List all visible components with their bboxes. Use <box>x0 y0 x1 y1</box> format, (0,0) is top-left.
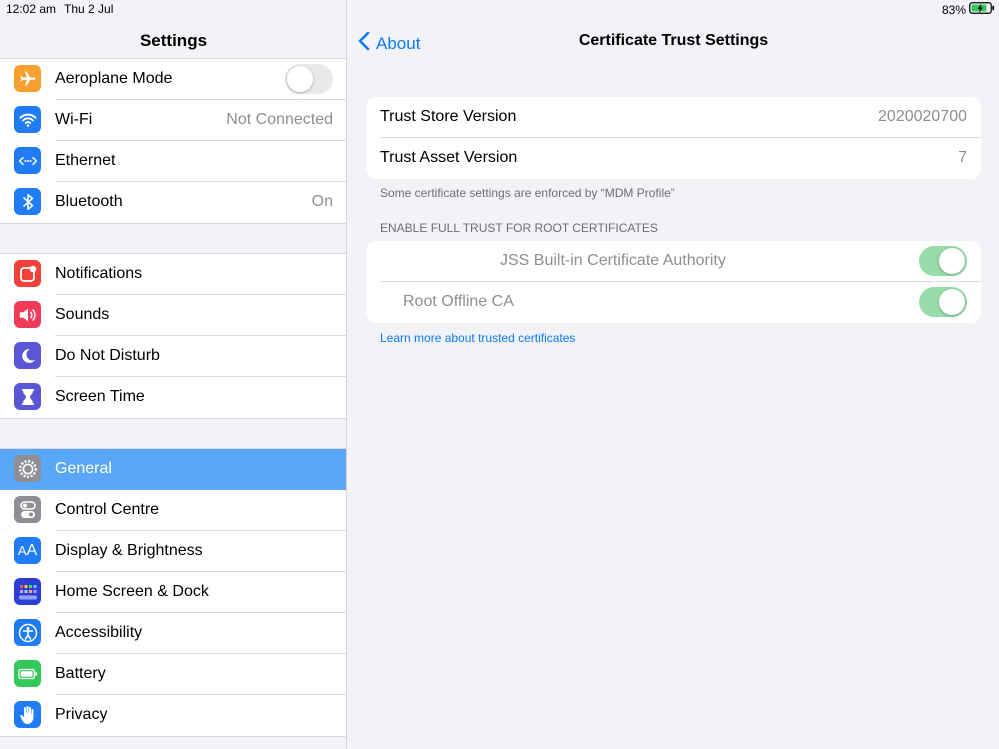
sidebar-item-control-centre[interactable]: Control Centre <box>0 490 346 531</box>
sidebar-item-label: Ethernet <box>55 152 116 169</box>
trust-version-card: Trust Store Version 2020020700 Trust Ass… <box>366 97 981 179</box>
section-header: ENABLE FULL TRUST FOR ROOT CERTIFICATES <box>380 221 658 235</box>
sidebar-item-label: Privacy <box>55 706 108 723</box>
home-screen-icon <box>14 578 41 605</box>
sidebar-item-do-not-disturb[interactable]: Do Not Disturb <box>0 336 346 377</box>
page-title: Certificate Trust Settings <box>578 32 769 49</box>
settings-group-general: General Control Centre AA Display & Brig… <box>0 448 346 737</box>
sidebar-item-general[interactable]: General <box>0 449 346 490</box>
sidebar-item-label: Accessibility <box>55 624 143 641</box>
sidebar-item-privacy[interactable]: Privacy <box>0 695 346 736</box>
sounds-icon <box>14 301 41 328</box>
hourglass-icon <box>14 383 41 410</box>
sidebar-item-label: Aeroplane Mode <box>55 70 173 87</box>
settings-group-notifications: Notifications Sounds Do Not Disturb Scre… <box>0 253 346 419</box>
sidebar-item-label: General <box>55 460 112 477</box>
sidebar: Settings Aeroplane Mode Wi-Fi Not Connec… <box>0 0 347 749</box>
certificate-trust-toggle[interactable] <box>919 287 967 317</box>
status-time: 12:02 am <box>6 2 57 16</box>
trust-store-version-value: 2020020700 <box>878 108 967 125</box>
moon-icon <box>14 342 41 369</box>
battery-icon <box>14 660 41 687</box>
sidebar-item-label: Do Not Disturb <box>55 347 160 364</box>
bluetooth-status: On <box>311 193 333 210</box>
certificate-trust-toggle[interactable] <box>919 246 967 276</box>
airplane-icon <box>14 65 41 92</box>
trust-store-version-row: Trust Store Version 2020020700 <box>366 97 981 138</box>
hand-icon <box>14 701 41 728</box>
sidebar-item-screen-time[interactable]: Screen Time <box>0 377 346 418</box>
sidebar-item-label: Bluetooth <box>55 193 123 210</box>
sidebar-item-label: Screen Time <box>55 388 145 405</box>
sidebar-item-label: Home Screen & Dock <box>55 583 209 600</box>
sidebar-item-bluetooth[interactable]: Bluetooth On <box>0 182 346 223</box>
trust-asset-version-value: 7 <box>958 149 967 166</box>
sidebar-item-wifi[interactable]: Wi-Fi Not Connected <box>0 100 346 141</box>
settings-group-connectivity: Aeroplane Mode Wi-Fi Not Connected Ether… <box>0 58 346 224</box>
certificate-row: JSS Built-in Certificate Authority <box>366 241 981 282</box>
gear-icon <box>14 455 41 482</box>
accessibility-icon <box>14 619 41 646</box>
trust-asset-version-row: Trust Asset Version 7 <box>366 138 981 179</box>
notifications-icon <box>14 260 41 287</box>
trust-store-version-label: Trust Store Version <box>380 108 517 125</box>
mdm-note: Some certificate settings are enforced b… <box>380 186 675 200</box>
sidebar-item-label: Display & Brightness <box>55 542 203 559</box>
certificate-name: JSS Built-in Certificate Authority <box>500 252 726 269</box>
certificate-name: Root Offline CA <box>403 293 514 310</box>
sidebar-item-label: Wi-Fi <box>55 111 93 128</box>
aeroplane-mode-toggle[interactable] <box>285 64 333 94</box>
battery-percentage: 83% <box>941 2 966 17</box>
bluetooth-icon <box>14 188 41 215</box>
sidebar-item-notifications[interactable]: Notifications <box>0 254 346 295</box>
sidebar-item-display-brightness[interactable]: AA Display & Brightness <box>0 531 346 572</box>
sidebar-item-label: Control Centre <box>55 501 160 518</box>
sidebar-item-label: Sounds <box>55 306 110 323</box>
sidebar-item-accessibility[interactable]: Accessibility <box>0 613 346 654</box>
sidebar-item-home-screen-dock[interactable]: Home Screen & Dock <box>0 572 346 613</box>
sidebar-item-aeroplane-mode[interactable]: Aeroplane Mode <box>0 59 346 100</box>
sidebar-item-battery[interactable]: Battery <box>0 654 346 695</box>
battery-charging-icon <box>969 2 995 17</box>
wifi-status: Not Connected <box>226 111 333 128</box>
certificate-row: Root Offline CA <box>366 282 981 323</box>
control-centre-icon <box>14 496 41 523</box>
ethernet-icon <box>14 147 41 174</box>
sidebar-title: Settings <box>139 31 208 50</box>
detail-pane: About Certificate Trust Settings Trust S… <box>348 0 999 749</box>
wifi-icon <box>14 106 41 133</box>
root-certificates-card: JSS Built-in Certificate Authority Root … <box>366 241 981 323</box>
status-battery: 83% <box>942 2 995 17</box>
status-date: Thu 2 Jul <box>64 2 114 16</box>
display-brightness-icon: AA <box>14 537 41 564</box>
sidebar-item-label: Battery <box>55 665 106 682</box>
sidebar-item-ethernet[interactable]: Ethernet <box>0 141 346 182</box>
trust-asset-version-label: Trust Asset Version <box>380 149 518 166</box>
learn-more-link[interactable]: Learn more about trusted certificates <box>380 331 575 345</box>
sidebar-item-sounds[interactable]: Sounds <box>0 295 346 336</box>
sidebar-item-label: Notifications <box>55 265 143 282</box>
